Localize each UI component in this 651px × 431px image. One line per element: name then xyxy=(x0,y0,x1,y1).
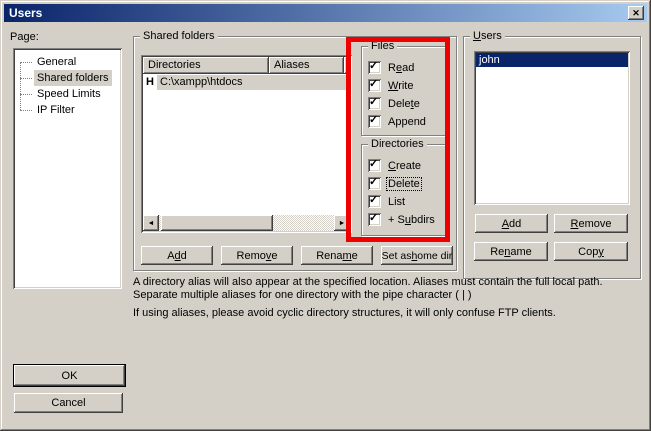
delete-dirs-checkbox[interactable]: ✓ xyxy=(368,177,381,190)
rename-user-button[interactable]: Rename xyxy=(474,242,548,261)
read-label: Read xyxy=(387,62,415,74)
subdirs-label: + Subdirs xyxy=(387,214,436,226)
cancel-button[interactable]: Cancel xyxy=(14,393,123,413)
checkmark-icon: ✓ xyxy=(369,60,378,73)
checkbox-delete-files[interactable]: ✓ Delete xyxy=(368,97,421,110)
remove-user-button[interactable]: Remove xyxy=(554,214,628,233)
directories-listview: Directories Aliases H C:\xampp\htdocs ◄ … xyxy=(141,55,352,233)
checkmark-icon: ✓ xyxy=(369,176,378,189)
checkmark-icon: ✓ xyxy=(369,114,378,127)
directory-path: C:\xampp\htdocs xyxy=(157,75,350,90)
tree-item-general[interactable]: General xyxy=(34,54,79,70)
checkbox-create[interactable]: ✓ Create xyxy=(368,159,422,172)
add-user-button[interactable]: Add xyxy=(475,214,548,233)
scroll-left-icon[interactable]: ◄ xyxy=(143,215,159,231)
column-header-filler xyxy=(344,57,350,74)
users-listbox[interactable]: john xyxy=(474,51,630,205)
tree-item-shared-folders[interactable]: Shared folders xyxy=(34,70,112,86)
create-checkbox[interactable]: ✓ xyxy=(368,159,381,172)
copy-user-button[interactable]: Copy xyxy=(554,242,628,261)
title-bar[interactable]: Users ✕ xyxy=(4,4,647,22)
create-label: Create xyxy=(387,160,422,172)
tree-connector xyxy=(20,78,32,79)
checkmark-icon: ✓ xyxy=(369,212,378,225)
checkmark-icon: ✓ xyxy=(369,194,378,207)
checkbox-write[interactable]: ✓ Write xyxy=(368,79,414,92)
tree-connector xyxy=(20,62,21,110)
page-label: Page: xyxy=(10,31,39,43)
add-directory-button[interactable]: Add xyxy=(141,246,213,265)
tree-item-ip-filter[interactable]: IP Filter xyxy=(34,102,78,118)
scrollbar-thumb[interactable] xyxy=(161,215,273,231)
scroll-right-icon[interactable]: ► xyxy=(334,215,350,231)
column-header-aliases[interactable]: Aliases xyxy=(269,57,344,74)
users-dialog: Users ✕ Page: General Shared folders Spe… xyxy=(0,0,651,431)
checkmark-icon: ✓ xyxy=(369,158,378,171)
checkbox-list[interactable]: ✓ List xyxy=(368,195,406,208)
remove-directory-button[interactable]: Remove xyxy=(221,246,293,265)
list-label: List xyxy=(387,196,406,208)
append-checkbox[interactable]: ✓ xyxy=(368,115,381,128)
tree-connector xyxy=(20,110,32,111)
list-checkbox[interactable]: ✓ xyxy=(368,195,381,208)
directory-row[interactable]: H C:\xampp\htdocs xyxy=(143,74,350,90)
home-dir-marker: H xyxy=(143,76,157,88)
set-as-home-dir-button[interactable]: Set as home dir xyxy=(381,246,453,265)
write-checkbox[interactable]: ✓ xyxy=(368,79,381,92)
page-tree[interactable]: General Shared folders Speed Limits IP F… xyxy=(13,48,122,289)
checkmark-icon: ✓ xyxy=(369,78,378,91)
cyclic-note: If using aliases, please avoid cyclic di… xyxy=(133,307,611,320)
read-checkbox[interactable]: ✓ xyxy=(368,61,381,74)
ok-button[interactable]: OK xyxy=(14,365,125,386)
rename-directory-button[interactable]: Rename xyxy=(301,246,373,265)
checkbox-append[interactable]: ✓ Append xyxy=(368,115,427,128)
tree-connector xyxy=(20,94,32,95)
delete-files-checkbox[interactable]: ✓ xyxy=(368,97,381,110)
user-row-john[interactable]: john xyxy=(476,53,628,67)
subdirs-checkbox[interactable]: ✓ xyxy=(368,213,381,226)
listview-header: Directories Aliases xyxy=(143,57,350,74)
checkmark-icon: ✓ xyxy=(369,96,378,109)
delete-files-label: Delete xyxy=(387,98,421,110)
delete-dirs-label: Delete xyxy=(387,178,421,190)
files-group-label: Files xyxy=(368,40,397,52)
users-group-label: Users xyxy=(470,30,505,42)
checkbox-subdirs[interactable]: ✓ + Subdirs xyxy=(368,213,436,226)
window-title: Users xyxy=(9,6,42,20)
append-label: Append xyxy=(387,116,427,128)
directories-group-label: Directories xyxy=(368,138,427,150)
shared-folders-group-label: Shared folders xyxy=(140,30,218,42)
close-icon[interactable]: ✕ xyxy=(628,6,644,20)
column-header-directories[interactable]: Directories xyxy=(143,57,269,74)
horizontal-scrollbar[interactable]: ◄ ► xyxy=(143,215,350,231)
tree-item-speed-limits[interactable]: Speed Limits xyxy=(34,86,104,102)
tree-connector xyxy=(20,62,32,63)
write-label: Write xyxy=(387,80,414,92)
alias-note: A directory alias will also appear at th… xyxy=(133,276,611,302)
checkbox-read[interactable]: ✓ Read xyxy=(368,61,415,74)
checkbox-delete-dirs[interactable]: ✓ Delete xyxy=(368,177,421,190)
